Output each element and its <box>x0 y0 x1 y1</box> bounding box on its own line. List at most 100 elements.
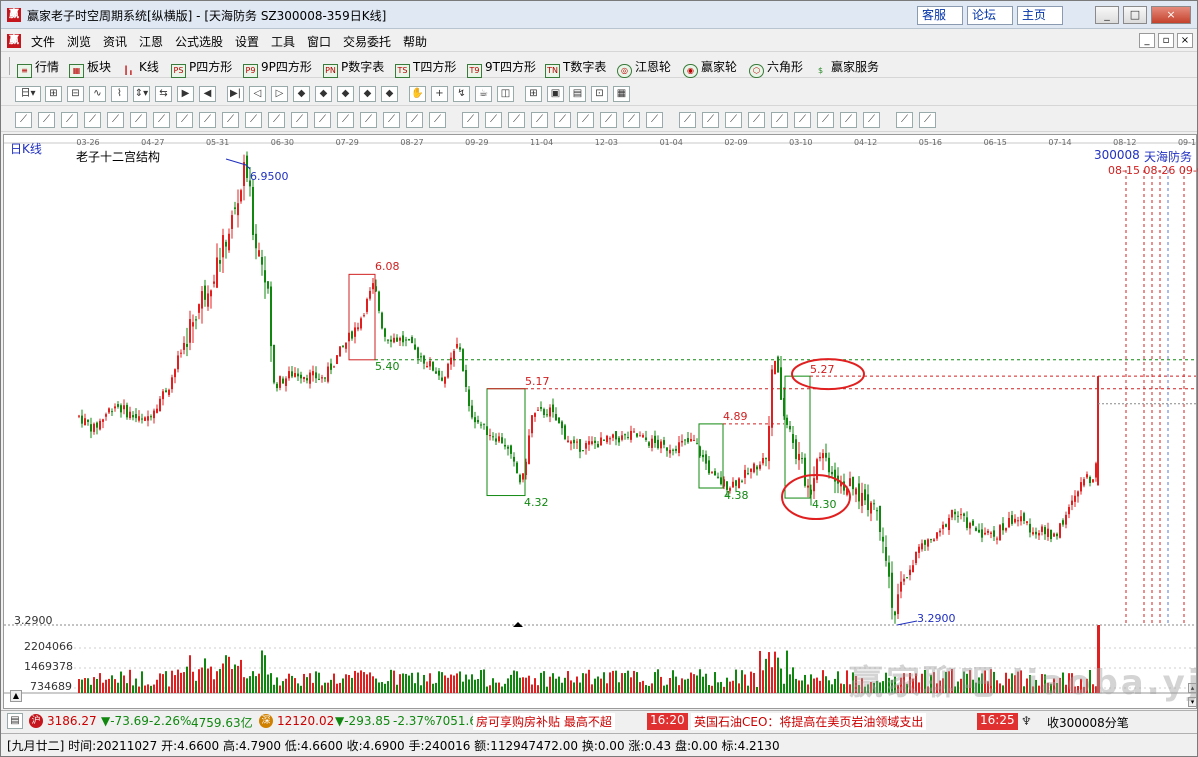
tool-p-square[interactable]: PS P四方形 <box>171 58 232 78</box>
view-1-icon[interactable]: ⊞ <box>45 86 62 102</box>
close-button[interactable]: × <box>1151 6 1191 24</box>
calendar-icon[interactable]: ◫ <box>497 86 514 102</box>
expand-arrow-icon[interactable]: ▲ <box>10 690 22 702</box>
menu-window[interactable]: 窗口 <box>307 33 331 50</box>
grid2-tool-icon[interactable]: ⟋ <box>702 112 719 128</box>
menu-tools[interactable]: 工具 <box>271 33 295 50</box>
infinity-tool-icon[interactable]: ⟋ <box>919 112 936 128</box>
pen-tool-icon[interactable]: ⟋ <box>406 112 423 128</box>
period-label[interactable]: 日K线 <box>10 140 42 157</box>
tool-t-table[interactable]: TN T数字表 <box>545 58 606 78</box>
square-tool-icon[interactable]: ⟋ <box>554 112 571 128</box>
fork-tool-icon[interactable]: ⟋ <box>84 112 101 128</box>
flag-icon[interactable]: ▶ <box>177 86 194 102</box>
customer-service-link[interactable]: 客服 <box>917 6 963 25</box>
right-icon[interactable]: ▷ <box>271 86 288 102</box>
dia-5-icon[interactable]: ◆ <box>381 86 398 102</box>
dia-4-icon[interactable]: ◆ <box>359 86 376 102</box>
tool-hexagon[interactable]: ⬡ 六角形 <box>749 58 803 78</box>
box-tool-icon[interactable]: ⟋ <box>130 112 147 128</box>
tool-gann-wheel[interactable]: ◎ 江恩轮 <box>617 58 671 78</box>
tick-detail-label[interactable]: 收300008分笔 <box>1047 714 1129 731</box>
zigzag-icon[interactable]: ⌇ <box>111 86 128 102</box>
news-ticker-2[interactable]: 英国石油CEO：将提高在美页岩油领域支出 <box>691 713 927 730</box>
parallel-tool-icon[interactable]: ⟋ <box>291 112 308 128</box>
cup-icon[interactable]: ☕ <box>475 86 492 102</box>
fib-tool-icon[interactable]: ⟋ <box>360 112 377 128</box>
speed-tool-icon[interactable]: ⟋ <box>623 112 640 128</box>
fan-tool-icon[interactable]: ⟋ <box>107 112 124 128</box>
spiral-tool-icon[interactable]: ⟋ <box>199 112 216 128</box>
tool-winner-wheel[interactable]: ◉ 赢家轮 <box>683 58 737 78</box>
tool-sector[interactable]: ▦ 板块 <box>69 58 111 78</box>
triangle-tool-icon[interactable]: ⟋ <box>314 112 331 128</box>
maximize-button[interactable]: □ <box>1123 6 1147 24</box>
cycle-tool-icon[interactable]: ⟋ <box>337 112 354 128</box>
news-ticker-1[interactable]: 房可享购房补贴 最高不超 <box>473 713 615 730</box>
zone-tool-icon[interactable]: ⟋ <box>771 112 788 128</box>
channel-tool-icon[interactable]: ⟋ <box>61 112 78 128</box>
menu-formula[interactable]: 公式选股 <box>175 33 223 50</box>
forum-link[interactable]: 论坛 <box>967 6 1013 25</box>
kline-chart[interactable]: 03-26 04-27 05-31 06-30 07-29 08-27 09-29 11-04… <box>3 134 1198 709</box>
fan3-tool-icon[interactable]: ⟋ <box>600 112 617 128</box>
calc-icon[interactable]: ⊞ <box>525 86 542 102</box>
tool-winner-service[interactable]: $ 赢家服务 <box>813 58 879 79</box>
dia-3-icon[interactable]: ◆ <box>337 86 354 102</box>
measure-tool-icon[interactable]: ⟋ <box>485 112 502 128</box>
mdi-close-button[interactable]: × <box>1177 33 1193 48</box>
crosshair-icon[interactable]: + <box>431 86 448 102</box>
dia-1-icon[interactable]: ◆ <box>293 86 310 102</box>
time-tool-icon[interactable]: ⟋ <box>725 112 742 128</box>
app-menu-icon[interactable]: 赢 <box>7 34 21 48</box>
hand-icon[interactable]: ✋ <box>409 86 426 102</box>
next-end-icon[interactable]: ▶| <box>227 86 244 102</box>
menu-file[interactable]: 文件 <box>31 33 55 50</box>
menu-news[interactable]: 资讯 <box>103 33 127 50</box>
minimize-button[interactable]: _ <box>1095 6 1119 24</box>
menu-trade[interactable]: 交易委托 <box>343 33 391 50</box>
ray-tool-icon[interactable]: ⟋ <box>38 112 55 128</box>
homepage-link[interactable]: 主页 <box>1017 6 1063 25</box>
color-tool-icon[interactable]: ⟋ <box>896 112 913 128</box>
price-tool-icon[interactable]: ⟋ <box>748 112 765 128</box>
tool-kline[interactable]: ┃╻ K线 <box>121 58 159 79</box>
left-icon[interactable]: ◁ <box>249 86 266 102</box>
target-tool-icon[interactable]: ⟋ <box>222 112 239 128</box>
sh-index-icon[interactable]: 沪 <box>29 714 43 728</box>
menu-help[interactable]: 帮助 <box>403 33 427 50</box>
prev-icon[interactable]: ◀ <box>199 86 216 102</box>
export-icon[interactable]: ▦ <box>613 86 630 102</box>
save-icon[interactable]: ▤ <box>569 86 586 102</box>
circle-tool-icon[interactable]: ⟋ <box>153 112 170 128</box>
chart-type-tool-icon[interactable]: ⟋ <box>863 112 880 128</box>
print-icon[interactable]: ⊡ <box>591 86 608 102</box>
sz-index-icon[interactable]: 深 <box>259 714 273 728</box>
text-tool-icon[interactable]: ⟋ <box>429 112 446 128</box>
fan2-tool-icon[interactable]: ⟋ <box>577 112 594 128</box>
ellipse-tool-icon[interactable]: ⟋ <box>508 112 525 128</box>
trend-icon[interactable]: ↯ <box>453 86 470 102</box>
zoom-y-icon[interactable]: ⇕▾ <box>133 86 150 102</box>
grid-tool-icon[interactable]: ⟋ <box>245 112 262 128</box>
line-tool-icon[interactable]: ⟋ <box>15 112 32 128</box>
tool-quote[interactable]: ≡ 行情 <box>17 58 59 78</box>
mdi-minimize-button[interactable]: _ <box>1139 33 1155 48</box>
log-tool-icon[interactable]: ⟋ <box>840 112 857 128</box>
percent-tool-icon[interactable]: ⟋ <box>646 112 663 128</box>
menu-settings[interactable]: 设置 <box>235 33 259 50</box>
view-2-icon[interactable]: ⊟ <box>67 86 84 102</box>
mdi-restore-button[interactable]: ▫ <box>1158 33 1174 48</box>
status-grid-icon[interactable]: ▤ <box>7 713 23 729</box>
tool-p-table[interactable]: PN P数字表 <box>323 58 384 78</box>
tool-9t-square[interactable]: T9 9T四方形 <box>467 58 536 78</box>
screen-icon[interactable]: ▣ <box>547 86 564 102</box>
gann-box-tool-icon[interactable]: ⟋ <box>268 112 285 128</box>
mark-tool-icon[interactable]: ⟋ <box>817 112 834 128</box>
menu-browse[interactable]: 浏览 <box>67 33 91 50</box>
wave-icon[interactable]: ∿ <box>89 86 106 102</box>
cross-tool-icon[interactable]: ⟋ <box>462 112 479 128</box>
period-select-icon[interactable]: 日▾ <box>15 86 41 102</box>
arc-tool-icon[interactable]: ⟋ <box>176 112 193 128</box>
tool-t-square[interactable]: TS T四方形 <box>395 58 456 78</box>
